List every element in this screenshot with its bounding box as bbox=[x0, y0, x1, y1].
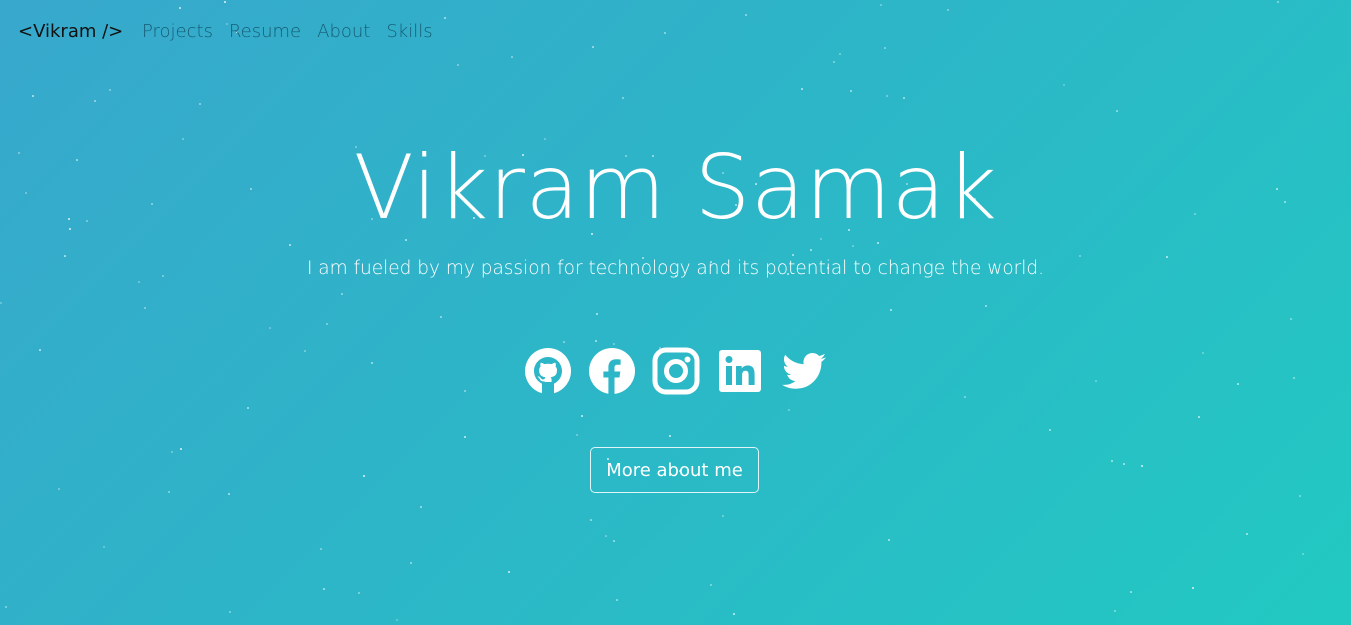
star-dot bbox=[247, 407, 249, 409]
twitter-link[interactable] bbox=[780, 347, 828, 395]
brand-logo[interactable]: <Vikram /> bbox=[18, 21, 123, 42]
star-dot bbox=[199, 103, 201, 105]
star-dot bbox=[616, 599, 618, 601]
star-dot bbox=[326, 323, 328, 325]
social-links bbox=[0, 347, 1351, 395]
linkedin-link[interactable] bbox=[716, 347, 764, 395]
star-dot bbox=[1290, 318, 1292, 320]
star-dot bbox=[1299, 495, 1301, 497]
star-dot bbox=[182, 138, 184, 140]
star-dot bbox=[320, 548, 322, 550]
star-dot bbox=[1302, 553, 1304, 555]
star-dot bbox=[595, 340, 597, 342]
star-dot bbox=[228, 493, 230, 495]
star-dot bbox=[396, 619, 398, 621]
star-dot bbox=[171, 451, 173, 453]
star-dot bbox=[886, 95, 888, 97]
github-icon bbox=[524, 348, 571, 394]
star-dot bbox=[590, 519, 592, 521]
star-dot bbox=[103, 546, 105, 548]
star-dot bbox=[94, 100, 96, 102]
star-dot bbox=[1079, 255, 1081, 257]
star-dot bbox=[810, 249, 812, 251]
star-dot bbox=[1198, 416, 1200, 418]
star-dot bbox=[596, 313, 598, 315]
star-dot bbox=[508, 571, 510, 573]
star-dot bbox=[58, 488, 60, 490]
star-dot bbox=[168, 491, 170, 493]
star-dot bbox=[788, 409, 790, 411]
star-dot bbox=[733, 613, 735, 615]
star-dot bbox=[888, 539, 890, 541]
star-dot bbox=[877, 242, 879, 244]
more-about-me-button[interactable]: More about me bbox=[590, 447, 759, 493]
star-dot bbox=[890, 309, 892, 311]
navbar: <Vikram /> Projects Resume About Skills bbox=[0, 0, 1351, 64]
star-dot bbox=[5, 606, 7, 608]
linkedin-icon bbox=[718, 350, 761, 392]
star-dot bbox=[1141, 465, 1143, 467]
star-dot bbox=[605, 535, 607, 537]
star-dot bbox=[109, 89, 111, 91]
star-dot bbox=[1049, 429, 1051, 431]
star-dot bbox=[1130, 591, 1132, 593]
nav-link-skills[interactable]: Skills bbox=[386, 21, 432, 42]
instagram-link[interactable] bbox=[652, 347, 700, 395]
twitter-icon bbox=[781, 353, 826, 389]
github-link[interactable] bbox=[524, 347, 572, 395]
nav-link-projects[interactable]: Projects bbox=[142, 21, 213, 42]
star-dot bbox=[669, 435, 671, 437]
star-dot bbox=[341, 293, 343, 295]
star-dot bbox=[323, 588, 325, 590]
star-dot bbox=[1192, 587, 1194, 589]
facebook-link[interactable] bbox=[588, 347, 636, 395]
star-dot bbox=[0, 302, 2, 304]
star-dot bbox=[710, 584, 712, 586]
star-dot bbox=[852, 245, 854, 247]
star-dot bbox=[1246, 533, 1248, 535]
instagram-icon bbox=[652, 347, 699, 395]
star-dot bbox=[363, 475, 365, 477]
star-dot bbox=[801, 88, 803, 90]
star-dot bbox=[613, 343, 615, 345]
hero-title: Vikram Samak bbox=[353, 136, 998, 239]
star-dot bbox=[464, 436, 466, 438]
star-dot bbox=[457, 64, 459, 66]
star-dot bbox=[138, 281, 140, 283]
nav-link-resume[interactable]: Resume bbox=[229, 21, 301, 42]
star-dot bbox=[1123, 463, 1125, 465]
facebook-icon bbox=[588, 348, 635, 394]
star-dot bbox=[722, 515, 724, 517]
star-dot bbox=[563, 341, 565, 343]
star-dot bbox=[792, 254, 794, 256]
star-dot bbox=[180, 448, 182, 450]
star-dot bbox=[850, 90, 852, 92]
star-dot bbox=[405, 239, 407, 241]
star-dot bbox=[410, 562, 412, 564]
star-dot bbox=[358, 592, 360, 594]
star-dot bbox=[622, 97, 624, 99]
star-dot bbox=[903, 97, 905, 99]
star-dot bbox=[581, 415, 583, 417]
star-dot bbox=[420, 506, 422, 508]
star-dot bbox=[964, 396, 966, 398]
star-dot bbox=[144, 307, 146, 309]
star-dot bbox=[64, 255, 66, 257]
star-dot bbox=[613, 540, 615, 542]
star-dot bbox=[32, 95, 34, 97]
star-dot bbox=[269, 327, 271, 329]
nav-link-about[interactable]: About bbox=[317, 21, 370, 42]
starfield-background bbox=[0, 0, 1351, 625]
star-dot bbox=[985, 305, 987, 307]
star-dot bbox=[1114, 610, 1116, 612]
star-dot bbox=[576, 434, 578, 436]
star-dot bbox=[1111, 460, 1113, 462]
star-dot bbox=[229, 611, 231, 613]
nav-links: Projects Resume About Skills bbox=[142, 21, 433, 42]
hero-subtitle: I am fueled by my passion for technology… bbox=[306, 258, 1045, 279]
star-dot bbox=[440, 316, 442, 318]
star-dot bbox=[289, 244, 291, 246]
star-dot bbox=[1116, 110, 1118, 112]
star-dot bbox=[1063, 84, 1065, 86]
